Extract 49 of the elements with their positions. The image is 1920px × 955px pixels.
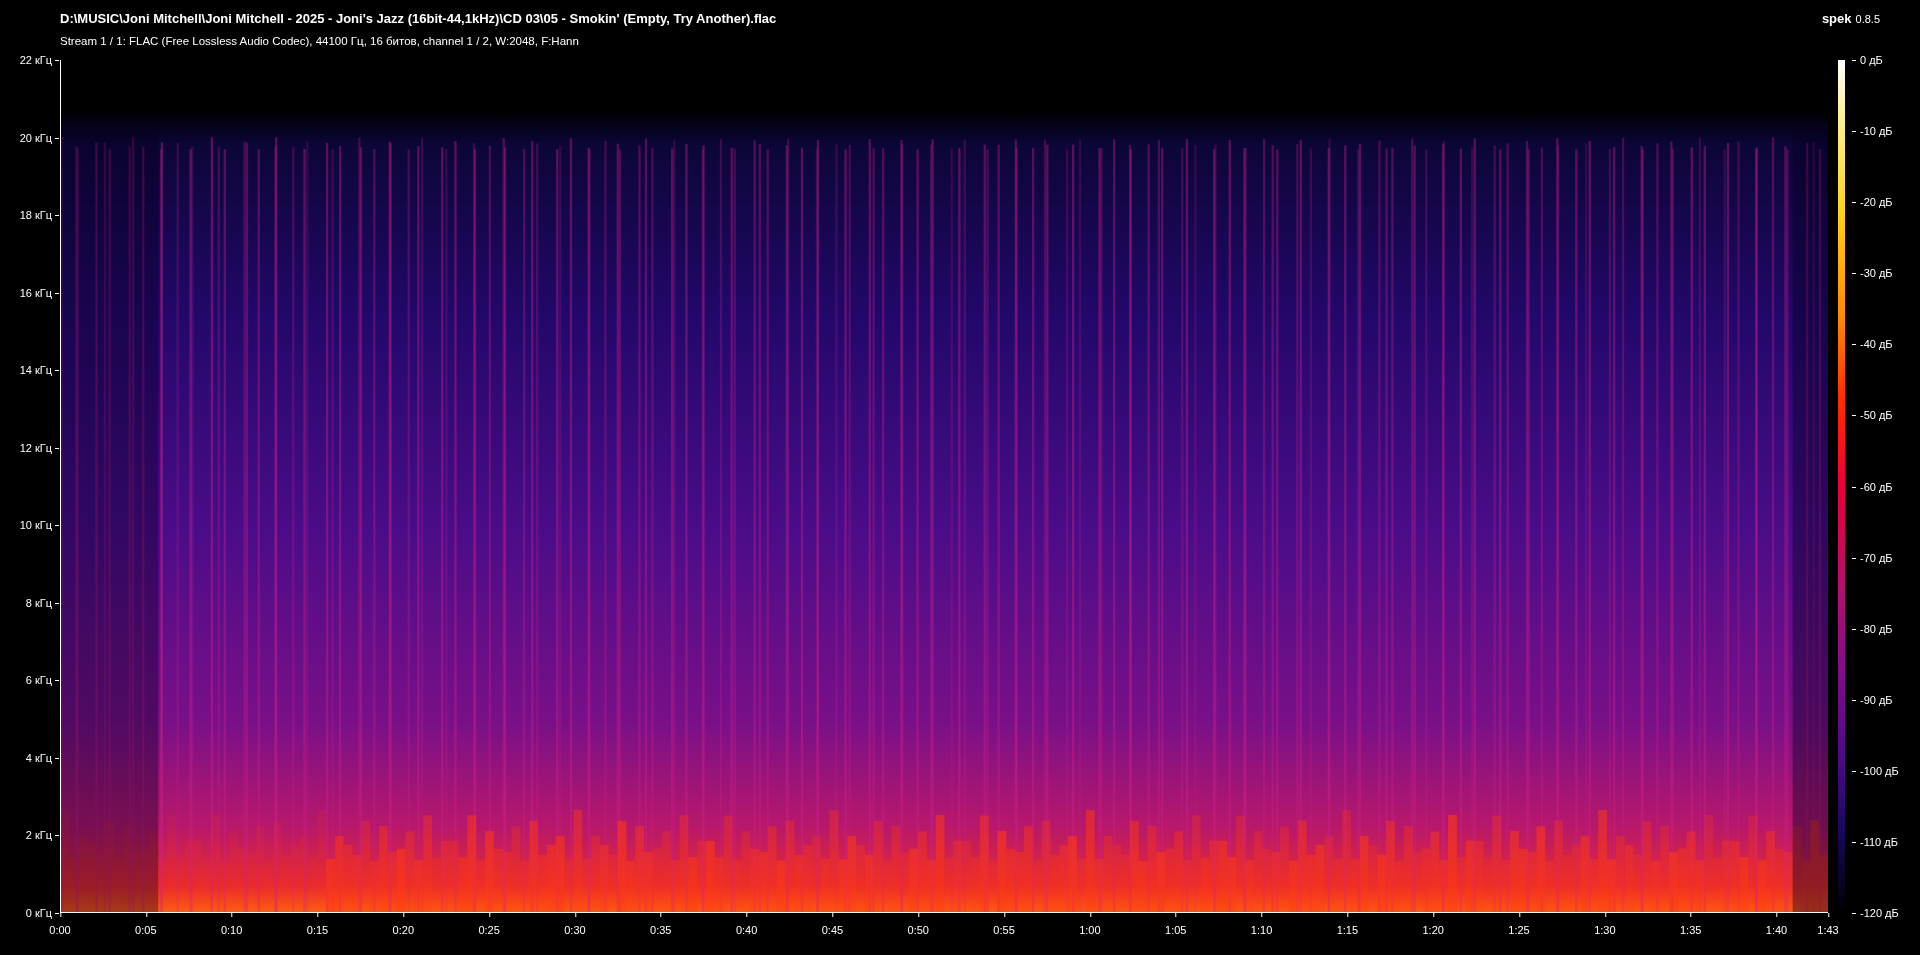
- app-version: 0.8.5: [1855, 13, 1880, 25]
- frequency-tick-label: 2 кГц: [25, 828, 59, 843]
- level-tick-label: -90 дБ: [1852, 692, 1893, 707]
- frequency-tick-label: 10 кГц: [19, 518, 59, 533]
- frequency-tick-label: 18 кГц: [19, 208, 59, 223]
- time-tick-label: 1:10: [1250, 913, 1273, 937]
- time-tick-label: 1:15: [1336, 913, 1359, 937]
- level-tick-label: -10 дБ: [1852, 124, 1893, 139]
- stream-info: Stream 1 / 1: FLAC (Free Lossless Audio Codec), 44100 Гц, 16 битов, channel 1 / 2, W:2048, F:Hann: [60, 35, 580, 47]
- frequency-tick-label: 8 кГц: [25, 595, 59, 610]
- time-tick-label: 0:40: [735, 913, 758, 937]
- frequency-tick-label: 6 кГц: [25, 673, 59, 688]
- time-tick-label: 0:50: [907, 913, 929, 937]
- time-tick-label: 1:00: [1079, 913, 1101, 937]
- time-tick-label: 1:20: [1422, 913, 1444, 937]
- frequency-tick-label: 14 кГц: [19, 363, 59, 378]
- time-tick-label: 0:30: [564, 913, 586, 937]
- level-tick-label: -40 дБ: [1852, 337, 1893, 352]
- time-tick-label: 0:20: [392, 913, 414, 937]
- time-tick-label: 1:43: [1817, 913, 1839, 937]
- frequency-tick-label: 20 кГц: [19, 130, 59, 145]
- time-tick-label: 0:10: [220, 913, 243, 937]
- app-name: spek: [1821, 11, 1852, 26]
- frequency-tick-label: 12 кГц: [19, 440, 59, 455]
- level-tick-label: -30 дБ: [1852, 266, 1893, 281]
- time-tick-label: 0:15: [306, 913, 329, 937]
- frequency-tick-label: 16 кГц: [19, 285, 59, 300]
- time-tick-label: 0:55: [993, 913, 1015, 937]
- frequency-tick-label: 4 кГц: [25, 750, 59, 765]
- level-tick-label: -60 дБ: [1852, 479, 1893, 494]
- level-tick-label: -120 дБ: [1852, 906, 1899, 920]
- level-tick-label: -80 дБ: [1852, 621, 1893, 636]
- level-tick-label: -70 дБ: [1852, 550, 1893, 565]
- time-tick-label: 1:25: [1508, 913, 1530, 937]
- level-tick-label: -110 дБ: [1852, 834, 1898, 849]
- level-tick-label: -50 дБ: [1852, 408, 1893, 423]
- file-path: D:\MUSIC\Joni Mitchell\Joni Mitchell - 2025 - Joni's Jazz (16bit-44,1kHz)\CD 03\05 - Smokin' (Empty, Try Another).flac: [60, 11, 777, 26]
- level-tick-label: 0 дБ: [1852, 53, 1883, 67]
- time-tick-label: 0:45: [821, 913, 844, 937]
- time-tick-label: 0:05: [135, 913, 157, 937]
- time-tick-label: 1:40: [1765, 913, 1788, 937]
- time-tick-label: 1:30: [1594, 913, 1616, 937]
- level-tick-label: -100 дБ: [1852, 763, 1899, 778]
- time-tick-label: 1:35: [1679, 913, 1702, 937]
- time-tick-label: 0:25: [478, 913, 500, 937]
- frequency-tick-label: 22 кГц: [19, 53, 59, 67]
- time-tick-label: 0:35: [650, 913, 672, 937]
- level-tick-label: -20 дБ: [1852, 195, 1893, 210]
- time-tick-label: 1:05: [1165, 913, 1187, 937]
